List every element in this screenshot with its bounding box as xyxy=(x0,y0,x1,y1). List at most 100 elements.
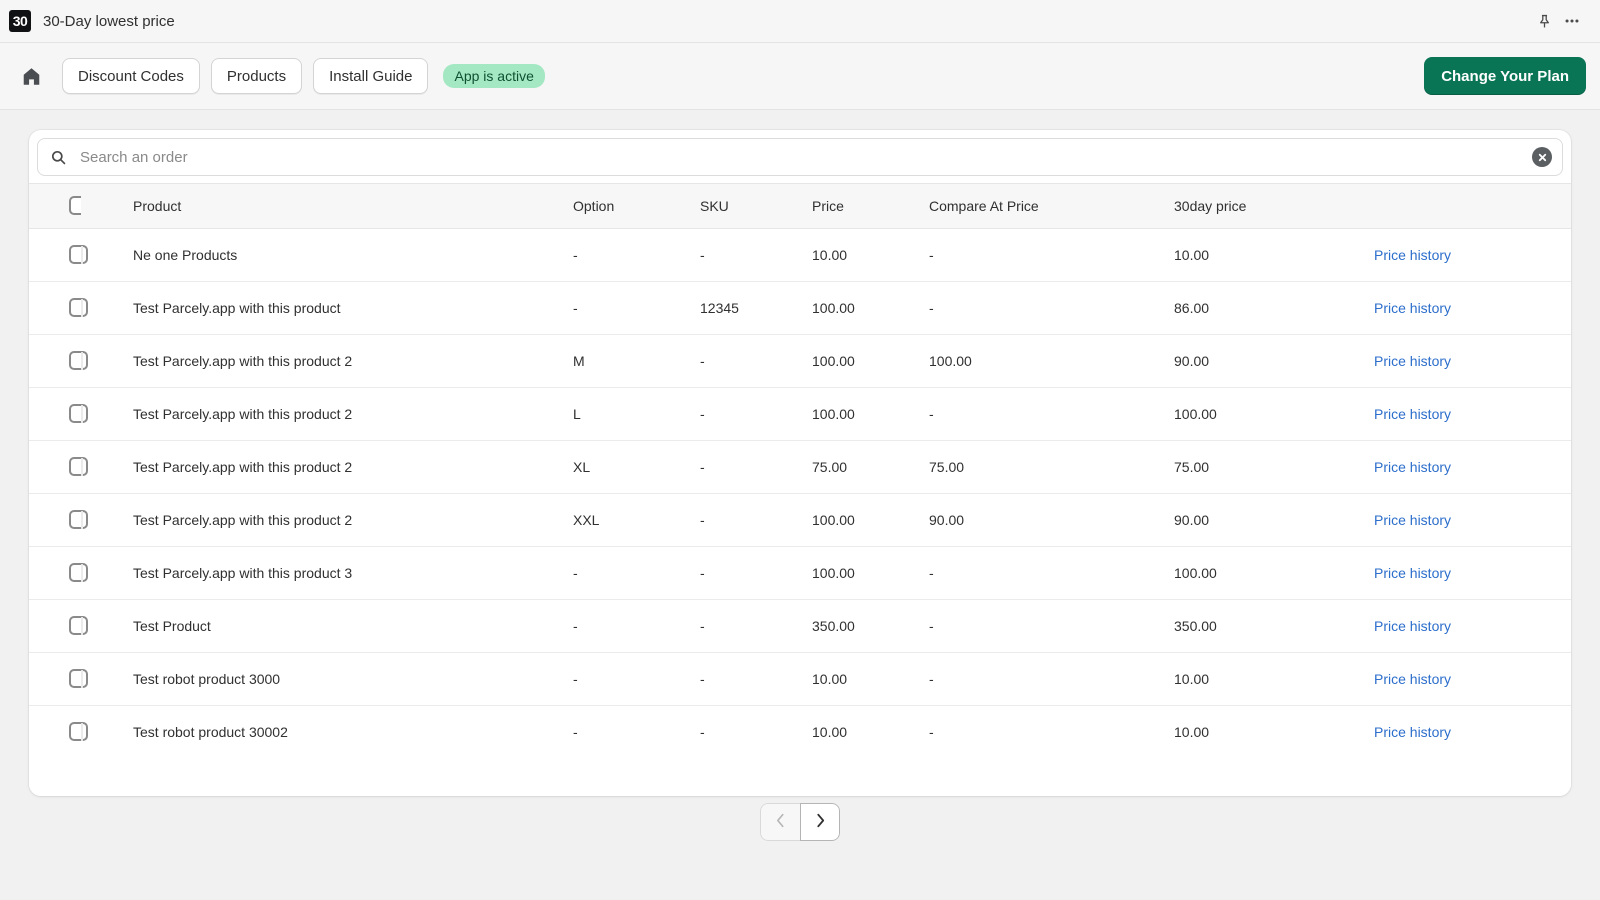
row-select-cell xyxy=(29,440,88,494)
cell-sku: - xyxy=(700,723,705,740)
search-input[interactable] xyxy=(80,148,1532,166)
clear-search-icon[interactable] xyxy=(1532,147,1552,167)
cell-30day-price: 75.00 xyxy=(1174,440,1374,494)
price-history-link[interactable]: Price history xyxy=(1374,300,1451,316)
nav-button-products[interactable]: Products xyxy=(210,58,303,94)
cell-price: 350.00 xyxy=(812,599,929,653)
cell-compare-at-price: - xyxy=(929,228,1174,282)
search-row xyxy=(29,130,1571,184)
cell-option: L xyxy=(573,387,700,441)
price-history-link[interactable]: Price history xyxy=(1374,406,1451,422)
cell-product: Test Product xyxy=(133,599,573,653)
cell-compare-at-price: - xyxy=(929,723,934,740)
price-history-link[interactable]: Price history xyxy=(1374,618,1451,634)
cell-product: Ne one Products xyxy=(133,228,573,282)
cell-option: - xyxy=(573,599,700,653)
cell-product: Test Parcely.app with this product 2 xyxy=(133,493,573,547)
cell-sku: - xyxy=(700,334,812,388)
cell-30day-price: 350.00 xyxy=(1174,599,1374,653)
price-history-link[interactable]: Price history xyxy=(1374,512,1451,528)
main-content: Product Option SKU Price Compare At Pric… xyxy=(0,110,1600,841)
cell-actions: Price history xyxy=(1374,706,1571,759)
table-row: Test robot product 3000- -10.00-10.00 Pric… xyxy=(29,652,1571,706)
thumbnail-header xyxy=(81,184,133,229)
cell-price: 100.00 xyxy=(812,281,929,335)
cell-actions: Price history xyxy=(1374,281,1571,335)
nav-button-discount-codes[interactable]: Discount Codes xyxy=(62,58,200,94)
table-header-row: Product Option SKU Price Compare At Pric… xyxy=(29,184,1571,229)
nav-button-install-guide[interactable]: Install Guide xyxy=(313,58,429,94)
cell-price: 100.00 xyxy=(812,334,929,388)
product-thumbnail xyxy=(81,722,83,741)
column-header-actions xyxy=(1374,184,1571,229)
cell-price: 75.00 xyxy=(812,440,929,494)
cell-actions: Price history xyxy=(1374,440,1571,494)
home-icon[interactable] xyxy=(14,59,48,93)
cell-30day-price: 100.00 xyxy=(1174,546,1374,600)
cell-compare-at-price: - xyxy=(929,546,1174,600)
cell-compare-at-price: 100.00 xyxy=(929,334,1174,388)
price-history-link[interactable]: Price history xyxy=(1374,247,1451,263)
table-row: Test Parcely.app with this product 2 XXL -… xyxy=(29,493,1571,547)
table-row: Test Parcely.app with this product 2 L -10… xyxy=(29,387,1571,441)
cell-price: 10.00 xyxy=(812,228,929,282)
row-thumbnail-cell xyxy=(81,228,133,282)
row-thumbnail-cell xyxy=(81,387,133,441)
product-thumbnail xyxy=(81,563,83,582)
cell-product: Test robot product 3000 xyxy=(133,652,573,706)
change-your-plan-button[interactable]: Change Your Plan xyxy=(1424,57,1586,95)
cell-option: XL xyxy=(573,440,700,494)
pagination-next-button[interactable] xyxy=(800,803,840,841)
status-badge: App is active xyxy=(443,64,545,88)
cell-product: Test robot product 30002 xyxy=(133,723,288,740)
app-logo: 30 xyxy=(9,10,31,32)
pagination-previous-button[interactable] xyxy=(760,803,800,841)
card-footer-spacer xyxy=(29,758,1571,796)
pagination xyxy=(29,796,1571,841)
more-horizontal-icon[interactable] xyxy=(1558,7,1586,35)
price-history-link[interactable]: Price history xyxy=(1374,724,1451,740)
pin-icon[interactable] xyxy=(1530,7,1558,35)
cell-sku: - xyxy=(700,546,812,600)
cell-actions: Price history xyxy=(1374,546,1571,600)
chevron-left-icon xyxy=(776,813,785,831)
row-select-cell xyxy=(29,652,88,706)
row-select-cell xyxy=(29,706,88,759)
row-thumbnail-cell xyxy=(81,440,133,494)
price-history-link[interactable]: Price history xyxy=(1374,565,1451,581)
cell-30day-price: 90.00 xyxy=(1174,334,1374,388)
product-thumbnail xyxy=(81,351,83,370)
table-row: Test Parcely.app with this product 2 XL -7… xyxy=(29,440,1571,494)
row-thumbnail-cell xyxy=(81,493,133,547)
cell-sku: - xyxy=(700,440,812,494)
search-icon xyxy=(50,149,67,166)
products-card: Product Option SKU Price Compare At Pric… xyxy=(29,130,1571,796)
cell-option: M xyxy=(573,334,700,388)
row-thumbnail-cell xyxy=(81,281,133,335)
price-history-link[interactable]: Price history xyxy=(1374,353,1451,369)
row-thumbnail-cell xyxy=(81,652,133,706)
search-box[interactable] xyxy=(37,138,1563,176)
price-history-link[interactable]: Price history xyxy=(1374,671,1451,687)
price-history-link[interactable]: Price history xyxy=(1374,459,1451,475)
product-thumbnail xyxy=(81,404,83,423)
cell-sku: - xyxy=(700,652,812,706)
row-select-cell xyxy=(29,334,88,388)
table-row: Test Parcely.app with this product -12345… xyxy=(29,281,1571,335)
product-thumbnail xyxy=(81,298,83,317)
row-select-cell xyxy=(29,546,88,600)
cell-price: 100.00 xyxy=(812,546,929,600)
chevron-right-icon xyxy=(816,813,825,831)
cell-compare-at-price: - xyxy=(929,281,1174,335)
cell-actions: Price history xyxy=(1374,334,1571,388)
column-header-30day-price: 30day price xyxy=(1174,184,1374,229)
pager-group xyxy=(760,803,840,841)
column-header-option: Option xyxy=(573,184,700,229)
column-header-product: Product xyxy=(133,184,573,229)
cell-option: - xyxy=(573,228,700,282)
table-row: Test robot product 30002 - - 10.00 - 10.00 Pri… xyxy=(29,706,1571,759)
column-header-price: Price xyxy=(812,184,929,229)
row-thumbnail-cell xyxy=(81,546,133,600)
cell-actions: Price history xyxy=(1374,228,1571,282)
cell-option: - xyxy=(573,652,700,706)
